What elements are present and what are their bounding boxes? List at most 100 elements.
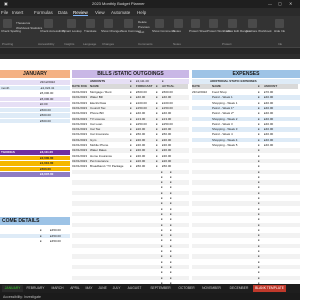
bills-name-cell[interactable]: Car Loan (90, 122, 130, 127)
bills-empty-currency[interactable]: £ (161, 233, 167, 238)
income-currency[interactable]: £ (40, 228, 48, 233)
summary-row-value[interactable]: £500.00 (40, 167, 70, 172)
bills-date-cell[interactable]: 01/01/2023 (72, 111, 90, 116)
bills-empty-currency[interactable]: £ (161, 201, 167, 206)
bills-empty-currency[interactable]: £ (170, 212, 176, 217)
bills-empty-currency[interactable]: £ (170, 170, 176, 175)
sheet-tab-march[interactable]: MARCH (48, 285, 67, 292)
expenses-amount-cell[interactable]: £40.00 (264, 106, 298, 111)
bills-date-cell[interactable]: 01/01/2023 (72, 117, 90, 122)
bills-name-cell[interactable]: Council Tax (90, 106, 130, 111)
bills-forecast-cell[interactable]: £250.00 (136, 122, 156, 127)
show-comments-icon[interactable] (155, 19, 164, 28)
delete-comment-button[interactable]: Delete (138, 20, 147, 24)
expenses-name-cell[interactable]: Shopping - Week 1 (212, 101, 258, 106)
bills-forecast-cell[interactable]: £20.00 (136, 127, 156, 132)
bills-actual-cell[interactable]: £100.00 (162, 101, 188, 106)
expenses-amount-cell[interactable]: £70.00 (264, 90, 298, 95)
bills-empty-currency[interactable]: £ (161, 249, 167, 254)
bills-empty-currency[interactable]: £ (161, 212, 167, 217)
expenses-empty-currency[interactable]: £ (258, 159, 264, 164)
bills-empty-currency[interactable]: £ (161, 191, 167, 196)
income-currency[interactable]: £ (40, 234, 48, 239)
bills-empty-currency[interactable]: £ (161, 170, 167, 175)
january-row-value[interactable]: £500.00 (40, 108, 70, 113)
expenses-name-cell[interactable]: Shopping - Week 4 (212, 138, 258, 143)
bills-actual-cell[interactable]: £20.00 (162, 159, 188, 164)
show-changes-icon[interactable] (104, 19, 113, 28)
expenses-empty-currency[interactable]: £ (258, 233, 264, 238)
income-value[interactable]: £450.00 (50, 234, 70, 239)
bills-forecast-cell[interactable]: £50.00 (136, 164, 156, 169)
january-row-value[interactable]: £5,000.00 (40, 97, 70, 102)
summary-row-value[interactable]: £3,111.00 (40, 150, 70, 155)
hide-ink-button[interactable]: Hide Ink (274, 29, 285, 33)
bills-actual-cell[interactable]: £30.00 (162, 154, 188, 159)
bills-date-cell[interactable]: 01/01/2023 (72, 101, 90, 106)
bills-name-cell[interactable]: Water Bill (90, 95, 130, 100)
bills-forecast-cell[interactable]: £500.00 (136, 90, 156, 95)
expenses-amount-cell[interactable]: £40.00 (264, 95, 298, 100)
bills-forecast-cell[interactable]: £30.00 (136, 143, 156, 148)
bills-empty-currency[interactable]: £ (161, 265, 167, 270)
bills-date-cell[interactable]: 01/01/2023 (72, 164, 90, 169)
expenses-amount-cell[interactable]: £40.00 (264, 143, 298, 148)
menu-insert[interactable]: Insert (12, 10, 23, 15)
bills-forecast-cell[interactable]: £40.00 (136, 111, 156, 116)
unshare-workbook-icon[interactable] (248, 19, 257, 28)
bills-date-cell[interactable]: 01/01/2023 (72, 127, 90, 132)
previous-comment-button[interactable]: Previous (138, 25, 150, 29)
bills-actual-cell[interactable]: £150.00 (162, 106, 188, 111)
unshare-workbook-button[interactable]: Unshare Workbook (246, 29, 272, 33)
bills-total-value[interactable]: £3,111.00 (136, 79, 158, 84)
sheet-tab-december[interactable]: DECEMBER (226, 285, 253, 292)
protect-sheet-button[interactable]: Protect Sheet (189, 29, 207, 33)
bills-name-cell[interactable]: Car Insurance (90, 132, 130, 137)
bills-empty-currency[interactable]: £ (170, 254, 176, 259)
expenses-amount-cell[interactable]: £40.00 (264, 132, 298, 137)
workbook-statistics-button[interactable]: Workbook Statistics (16, 26, 42, 30)
bills-empty-currency[interactable]: £ (170, 270, 176, 275)
show-changes-button[interactable]: Show Changes (101, 29, 121, 33)
bills-name-cell[interactable]: Mobile Phone (90, 143, 130, 148)
bills-date-cell[interactable]: 01/01/2023 (72, 154, 90, 159)
expenses-empty-currency[interactable]: £ (258, 191, 264, 196)
hide-ink-icon[interactable] (275, 19, 284, 28)
bills-name-cell[interactable]: Mortgage / Rent (90, 90, 130, 95)
bills-empty-currency[interactable]: £ (170, 276, 176, 281)
bills-actual-cell[interactable]: £250.00 (162, 122, 188, 127)
sheet-tab-august[interactable]: AUGUST (124, 285, 146, 292)
bills-name-cell[interactable]: TV Licence (90, 117, 130, 122)
bills-date-cell[interactable]: 01/01/2023 (72, 90, 90, 95)
protect-sheet-icon[interactable] (191, 19, 200, 28)
bills-date-cell[interactable]: 01/01/2023 (72, 106, 90, 111)
january-row-value[interactable]: £5,000.00 (40, 91, 70, 96)
menu-automate[interactable]: Automate (111, 10, 130, 15)
bills-empty-currency[interactable]: £ (170, 244, 176, 249)
bills-name-cell[interactable]: Water Rates (90, 148, 130, 153)
bills-total-currency-actual[interactable]: £ (162, 79, 168, 84)
bills-date-cell[interactable]: 01/01/2023 (72, 148, 90, 153)
bills-name-cell[interactable]: Gym (90, 138, 130, 143)
summary-row-value[interactable]: £3,037.00 (40, 172, 70, 177)
new-comment-icon[interactable] (124, 19, 133, 28)
expenses-empty-currency[interactable]: £ (258, 238, 264, 243)
bills-total-label[interactable]: AMOUNTS (90, 79, 130, 84)
bills-forecast-cell[interactable]: £30.00 (136, 138, 156, 143)
expenses-empty-currency[interactable]: £ (258, 201, 264, 206)
bills-forecast-cell[interactable]: £50.00 (136, 132, 156, 137)
bills-date-cell[interactable]: 01/01/2023 (72, 143, 90, 148)
expenses-amount-cell[interactable]: £40.00 (264, 138, 298, 143)
show-comments-button[interactable]: Show Comments (152, 29, 175, 33)
expenses-name-cell[interactable]: Petrol - Week 2* (212, 111, 258, 116)
bills-empty-currency[interactable]: £ (161, 207, 167, 212)
bills-empty-currency[interactable]: £ (161, 228, 167, 233)
expenses-empty-currency[interactable]: £ (258, 170, 264, 175)
bills-empty-currency[interactable]: £ (170, 238, 176, 243)
check-accessibility-button[interactable]: Check Accessibility (40, 29, 66, 33)
expenses-name-cell[interactable]: Petrol - Week 4 (212, 132, 258, 137)
expenses-name-cell[interactable]: Shopping - Week 5 (212, 143, 258, 148)
january-row-value[interactable]: £500.00 (40, 119, 70, 124)
bills-date-cell[interactable]: 01/01/2023 (72, 159, 90, 164)
bills-actual-cell[interactable]: £50.00 (162, 132, 188, 137)
